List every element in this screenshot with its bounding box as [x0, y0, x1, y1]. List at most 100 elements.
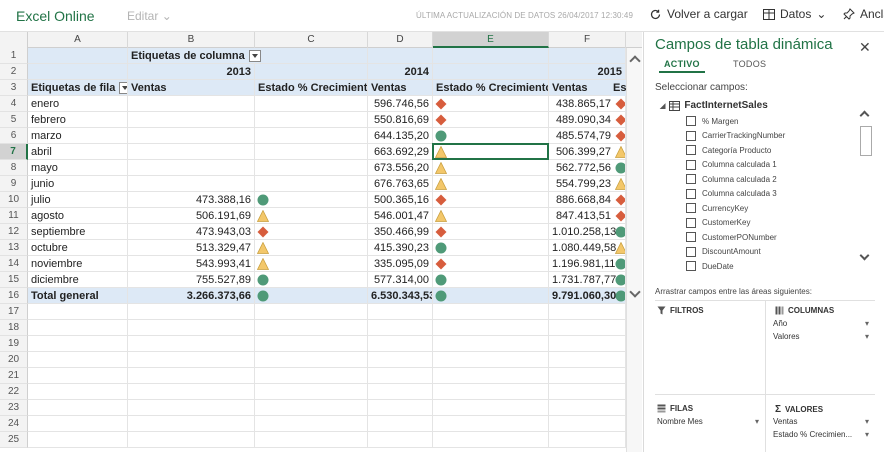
row-header[interactable]: 21	[0, 368, 28, 384]
cell[interactable]	[28, 48, 128, 64]
scroll-up-icon[interactable]	[859, 110, 870, 121]
status-cell[interactable]	[255, 160, 368, 176]
row-header[interactable]: 19	[0, 336, 28, 352]
status-cell[interactable]	[433, 144, 549, 160]
row-label[interactable]: febrero	[28, 112, 128, 128]
sales-cell[interactable]: 485.574,79	[549, 128, 626, 144]
data-button[interactable]: Datos ⌄	[763, 7, 826, 21]
field-checkbox[interactable]	[686, 246, 696, 257]
sales-cell[interactable]: 473.943,03	[128, 224, 255, 240]
select-all-corner[interactable]	[0, 32, 28, 48]
field-list-scrollbar[interactable]	[858, 106, 874, 266]
sales-cell[interactable]: 644.135,20	[368, 128, 433, 144]
empty-cell[interactable]	[368, 384, 433, 400]
row-label[interactable]: agosto	[28, 208, 128, 224]
scroll-down-icon[interactable]	[629, 286, 641, 298]
sales-cell[interactable]	[128, 128, 255, 144]
empty-cell[interactable]	[255, 304, 368, 320]
chevron-down-icon[interactable]: ▾	[755, 417, 759, 426]
status-cell[interactable]	[433, 160, 549, 176]
field-checkbox[interactable]	[686, 261, 696, 271]
empty-cell[interactable]	[128, 432, 255, 448]
empty-cell[interactable]	[28, 416, 128, 432]
values-area-item[interactable]: Ventas	[773, 417, 797, 426]
growth-header[interactable]: Estado % Crecimiento	[433, 80, 549, 96]
row-header[interactable]: 11	[0, 208, 28, 224]
empty-cell[interactable]	[368, 368, 433, 384]
sales-cell[interactable]: 335.095,09	[368, 256, 433, 272]
field-checkbox-item[interactable]: CustomerPONumber	[686, 232, 777, 242]
empty-cell[interactable]	[368, 432, 433, 448]
total-label[interactable]: Total general	[28, 288, 128, 304]
sales-cell[interactable]: 886.668,84	[549, 192, 626, 208]
sales-cell[interactable]: 473.388,16	[128, 192, 255, 208]
cell[interactable]	[255, 64, 368, 80]
empty-cell[interactable]	[128, 336, 255, 352]
row-header[interactable]: 18	[0, 320, 28, 336]
close-icon[interactable]: ✕	[859, 39, 871, 56]
total-sales-cell[interactable]: 9.791.060,30	[549, 288, 626, 304]
sales-cell[interactable]: 1.731.787,77	[549, 272, 626, 288]
cell[interactable]	[433, 48, 549, 64]
row-header[interactable]: 1	[0, 48, 28, 64]
scroll-down-icon[interactable]	[859, 250, 870, 261]
column-header-b[interactable]: B	[128, 32, 255, 48]
row-header[interactable]: 25	[0, 432, 28, 448]
total-status-cell[interactable]	[433, 288, 549, 304]
status-cell[interactable]	[433, 112, 549, 128]
empty-cell[interactable]	[549, 304, 626, 320]
reload-button[interactable]: Volver a cargar	[649, 7, 748, 21]
column-labels-dropdown[interactable]	[248, 50, 261, 63]
sales-cell[interactable]: 562.772,56	[549, 160, 626, 176]
row-header[interactable]: 14	[0, 256, 28, 272]
row-label[interactable]: abril	[28, 144, 128, 160]
empty-cell[interactable]	[255, 336, 368, 352]
field-checkbox[interactable]	[686, 174, 696, 184]
status-cell[interactable]	[255, 144, 368, 160]
sales-cell[interactable]: 755.527,89	[128, 272, 255, 288]
sales-cell[interactable]: 663.692,29	[368, 144, 433, 160]
row-header[interactable]: 2	[0, 64, 28, 80]
total-sales-cell[interactable]: 6.530.343,53	[368, 288, 433, 304]
empty-cell[interactable]	[255, 368, 368, 384]
status-cell[interactable]	[433, 256, 549, 272]
empty-cell[interactable]	[128, 416, 255, 432]
scroll-up-icon[interactable]	[629, 55, 641, 67]
empty-cell[interactable]	[549, 384, 626, 400]
field-checkbox-item[interactable]: CurrencyKey	[686, 203, 748, 213]
sales-cell[interactable]: 577.314,00	[368, 272, 433, 288]
status-cell[interactable]	[433, 128, 549, 144]
field-checkbox-item[interactable]: DiscountAmount	[686, 246, 761, 257]
year-header[interactable]: 2015	[549, 64, 626, 80]
sales-cell[interactable]	[128, 96, 255, 112]
sales-cell[interactable]	[128, 160, 255, 176]
growth-header[interactable]: Estado % Crecimiento	[255, 80, 368, 96]
empty-cell[interactable]	[128, 368, 255, 384]
field-checkbox-item[interactable]: Columna calculada 2	[686, 174, 777, 184]
empty-cell[interactable]	[28, 320, 128, 336]
sales-cell[interactable]: 550.816,69	[368, 112, 433, 128]
column-header-d[interactable]: D	[368, 32, 433, 48]
sales-cell[interactable]: 1.080.449,58	[549, 240, 626, 256]
row-header[interactable]: 22	[0, 384, 28, 400]
status-cell[interactable]	[255, 272, 368, 288]
status-cell[interactable]	[255, 240, 368, 256]
field-checkbox[interactable]	[686, 188, 696, 199]
field-table-node[interactable]: ◢ FactInternetSales	[660, 100, 768, 111]
row-header[interactable]: 8	[0, 160, 28, 176]
anchor-button[interactable]: Ancla	[843, 7, 884, 21]
empty-cell[interactable]	[28, 304, 128, 320]
sales-cell[interactable]: 415.390,23	[368, 240, 433, 256]
empty-cell[interactable]	[128, 384, 255, 400]
empty-cell[interactable]	[433, 304, 549, 320]
row-header[interactable]: 23	[0, 400, 28, 416]
field-checkbox[interactable]	[686, 145, 696, 155]
cell[interactable]	[368, 48, 433, 64]
empty-cell[interactable]	[255, 400, 368, 416]
column-header-a[interactable]: A	[28, 32, 128, 48]
empty-cell[interactable]	[433, 320, 549, 336]
empty-cell[interactable]	[255, 320, 368, 336]
empty-cell[interactable]	[368, 320, 433, 336]
columns-area-item[interactable]: Año	[773, 319, 787, 328]
row-labels-dropdown[interactable]	[119, 82, 127, 95]
